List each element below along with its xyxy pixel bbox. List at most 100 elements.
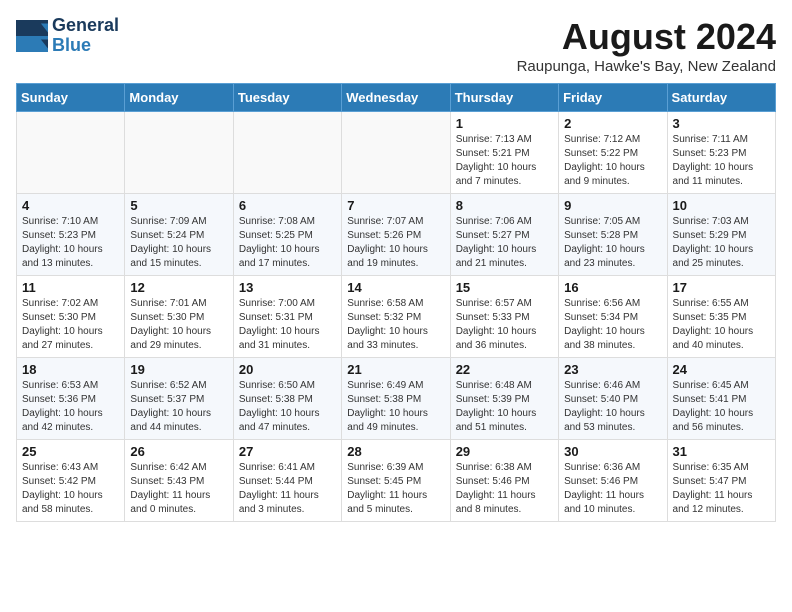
day-header-monday: Monday <box>125 84 233 112</box>
day-info: Sunrise: 6:50 AMSunset: 5:38 PMDaylight:… <box>239 379 336 435</box>
calendar-cell: 8 Sunrise: 7:06 AMSunset: 5:27 PMDaylight… <box>450 194 558 276</box>
calendar-cell: 19Sunrise: 6:52 AMSunset: 5:37 PMDayligh… <box>125 358 233 440</box>
day-info: Sunrise: 7:09 AMSunset: 5:24 PMDaylight:… <box>130 215 227 271</box>
day-number: 10 <box>673 198 770 213</box>
day-info: Sunrise: 7:11 AMSunset: 5:23 PMDaylight:… <box>673 133 770 189</box>
month-title: August 2024 <box>517 16 776 58</box>
calendar-cell: 21Sunrise: 6:49 AMSunset: 5:38 PMDayligh… <box>342 358 450 440</box>
calendar-cell: 27 Sunrise: 6:41 AMSunset: 5:44 PMDayligh… <box>233 440 341 522</box>
day-info: Sunrise: 7:02 AMSunset: 5:30 PMDaylight:… <box>22 297 119 353</box>
calendar-week-3: 11 Sunrise: 7:02 AMSunset: 5:30 PMDayligh… <box>17 276 776 358</box>
day-number: 15 <box>456 280 553 295</box>
day-number: 13 <box>239 280 336 295</box>
calendar-week-2: 4 Sunrise: 7:10 AMSunset: 5:23 PMDaylight… <box>17 194 776 276</box>
calendar-cell: 20 Sunrise: 6:50 AMSunset: 5:38 PMDayligh… <box>233 358 341 440</box>
page-header: General Blue August 2024 Raupunga, Hawke… <box>16 16 776 75</box>
day-info: Sunrise: 7:08 AMSunset: 5:25 PMDaylight:… <box>239 215 336 271</box>
calendar-cell: 25Sunrise: 6:43 AMSunset: 5:42 PMDayligh… <box>17 440 125 522</box>
day-number: 20 <box>239 362 336 377</box>
day-info: Sunrise: 6:57 AMSunset: 5:33 PMDaylight:… <box>456 297 553 353</box>
day-info: Sunrise: 6:41 AMSunset: 5:44 PMDaylight:… <box>239 461 336 517</box>
calendar-cell: 7 Sunrise: 7:07 AMSunset: 5:26 PMDaylight… <box>342 194 450 276</box>
day-number: 4 <box>22 198 119 213</box>
day-header-row: SundayMondayTuesdayWednesdayThursdayFrid… <box>17 84 776 112</box>
calendar-cell: 18 Sunrise: 6:53 AMSunset: 5:36 PMDayligh… <box>17 358 125 440</box>
day-number: 16 <box>564 280 661 295</box>
day-number: 28 <box>347 444 444 459</box>
day-number: 29 <box>456 444 553 459</box>
calendar-cell: 17 Sunrise: 6:55 AMSunset: 5:35 PMDayligh… <box>667 276 775 358</box>
day-number: 27 <box>239 444 336 459</box>
day-number: 18 <box>22 362 119 377</box>
day-info: Sunrise: 6:55 AMSunset: 5:35 PMDaylight:… <box>673 297 770 353</box>
calendar-cell <box>17 112 125 194</box>
calendar-week-5: 25Sunrise: 6:43 AMSunset: 5:42 PMDayligh… <box>17 440 776 522</box>
title-block: August 2024 Raupunga, Hawke's Bay, New Z… <box>517 16 776 75</box>
day-info: Sunrise: 6:35 AMSunset: 5:47 PMDaylight:… <box>673 461 770 517</box>
calendar-cell: 11 Sunrise: 7:02 AMSunset: 5:30 PMDayligh… <box>17 276 125 358</box>
day-info: Sunrise: 6:56 AMSunset: 5:34 PMDaylight:… <box>564 297 661 353</box>
day-info: Sunrise: 6:52 AMSunset: 5:37 PMDaylight:… <box>130 379 227 435</box>
calendar-cell: 3Sunrise: 7:11 AMSunset: 5:23 PMDaylight… <box>667 112 775 194</box>
logo: General Blue <box>16 16 119 56</box>
calendar-cell <box>233 112 341 194</box>
calendar-cell: 28 Sunrise: 6:39 AMSunset: 5:45 PMDayligh… <box>342 440 450 522</box>
calendar-cell: 22Sunrise: 6:48 AMSunset: 5:39 PMDayligh… <box>450 358 558 440</box>
day-number: 11 <box>22 280 119 295</box>
calendar-cell: 1Sunrise: 7:13 AMSunset: 5:21 PMDaylight… <box>450 112 558 194</box>
day-number: 8 <box>456 198 553 213</box>
day-info: Sunrise: 6:36 AMSunset: 5:46 PMDaylight:… <box>564 461 661 517</box>
calendar-cell: 16 Sunrise: 6:56 AMSunset: 5:34 PMDayligh… <box>559 276 667 358</box>
day-number: 24 <box>673 362 770 377</box>
logo-icon <box>16 20 48 52</box>
day-number: 21 <box>347 362 444 377</box>
calendar-table: SundayMondayTuesdayWednesdayThursdayFrid… <box>16 83 776 522</box>
day-number: 23 <box>564 362 661 377</box>
day-number: 26 <box>130 444 227 459</box>
day-info: Sunrise: 6:53 AMSunset: 5:36 PMDaylight:… <box>22 379 119 435</box>
calendar-header: SundayMondayTuesdayWednesdayThursdayFrid… <box>17 84 776 112</box>
day-info: Sunrise: 6:38 AMSunset: 5:46 PMDaylight:… <box>456 461 553 517</box>
day-number: 17 <box>673 280 770 295</box>
calendar-cell: 13 Sunrise: 7:00 AMSunset: 5:31 PMDayligh… <box>233 276 341 358</box>
calendar-cell: 5 Sunrise: 7:09 AMSunset: 5:24 PMDaylight… <box>125 194 233 276</box>
day-info: Sunrise: 6:42 AMSunset: 5:43 PMDaylight:… <box>130 461 227 517</box>
calendar-cell: 2 Sunrise: 7:12 AMSunset: 5:22 PMDaylight… <box>559 112 667 194</box>
day-header-friday: Friday <box>559 84 667 112</box>
day-info: Sunrise: 7:06 AMSunset: 5:27 PMDaylight:… <box>456 215 553 271</box>
day-header-wednesday: Wednesday <box>342 84 450 112</box>
calendar-cell: 9 Sunrise: 7:05 AMSunset: 5:28 PMDaylight… <box>559 194 667 276</box>
calendar-cell: 26 Sunrise: 6:42 AMSunset: 5:43 PMDayligh… <box>125 440 233 522</box>
day-info: Sunrise: 6:45 AMSunset: 5:41 PMDaylight:… <box>673 379 770 435</box>
day-number: 31 <box>673 444 770 459</box>
day-number: 2 <box>564 116 661 131</box>
calendar-cell: 14Sunrise: 6:58 AMSunset: 5:32 PMDayligh… <box>342 276 450 358</box>
day-number: 5 <box>130 198 227 213</box>
calendar-cell: 12Sunrise: 7:01 AMSunset: 5:30 PMDayligh… <box>125 276 233 358</box>
day-header-saturday: Saturday <box>667 84 775 112</box>
day-number: 1 <box>456 116 553 131</box>
calendar-cell: 31 Sunrise: 6:35 AMSunset: 5:47 PMDayligh… <box>667 440 775 522</box>
day-info: Sunrise: 6:39 AMSunset: 5:45 PMDaylight:… <box>347 461 444 517</box>
day-header-sunday: Sunday <box>17 84 125 112</box>
day-info: Sunrise: 7:12 AMSunset: 5:22 PMDaylight:… <box>564 133 661 189</box>
calendar-cell: 15 Sunrise: 6:57 AMSunset: 5:33 PMDayligh… <box>450 276 558 358</box>
day-number: 14 <box>347 280 444 295</box>
calendar-cell: 6Sunrise: 7:08 AMSunset: 5:25 PMDaylight… <box>233 194 341 276</box>
logo-line2: Blue <box>52 35 91 55</box>
day-info: Sunrise: 7:03 AMSunset: 5:29 PMDaylight:… <box>673 215 770 271</box>
day-info: Sunrise: 7:10 AMSunset: 5:23 PMDaylight:… <box>22 215 119 271</box>
day-header-thursday: Thursday <box>450 84 558 112</box>
day-info: Sunrise: 7:00 AMSunset: 5:31 PMDaylight:… <box>239 297 336 353</box>
calendar-cell: 4 Sunrise: 7:10 AMSunset: 5:23 PMDaylight… <box>17 194 125 276</box>
logo-text: General Blue <box>52 16 119 56</box>
location: Raupunga, Hawke's Bay, New Zealand <box>517 58 776 75</box>
day-info: Sunrise: 7:07 AMSunset: 5:26 PMDaylight:… <box>347 215 444 271</box>
day-info: Sunrise: 7:05 AMSunset: 5:28 PMDaylight:… <box>564 215 661 271</box>
day-info: Sunrise: 6:43 AMSunset: 5:42 PMDaylight:… <box>22 461 119 517</box>
day-info: Sunrise: 6:48 AMSunset: 5:39 PMDaylight:… <box>456 379 553 435</box>
calendar-cell: 10 Sunrise: 7:03 AMSunset: 5:29 PMDayligh… <box>667 194 775 276</box>
calendar-week-1: 1Sunrise: 7:13 AMSunset: 5:21 PMDaylight… <box>17 112 776 194</box>
day-number: 9 <box>564 198 661 213</box>
day-number: 7 <box>347 198 444 213</box>
